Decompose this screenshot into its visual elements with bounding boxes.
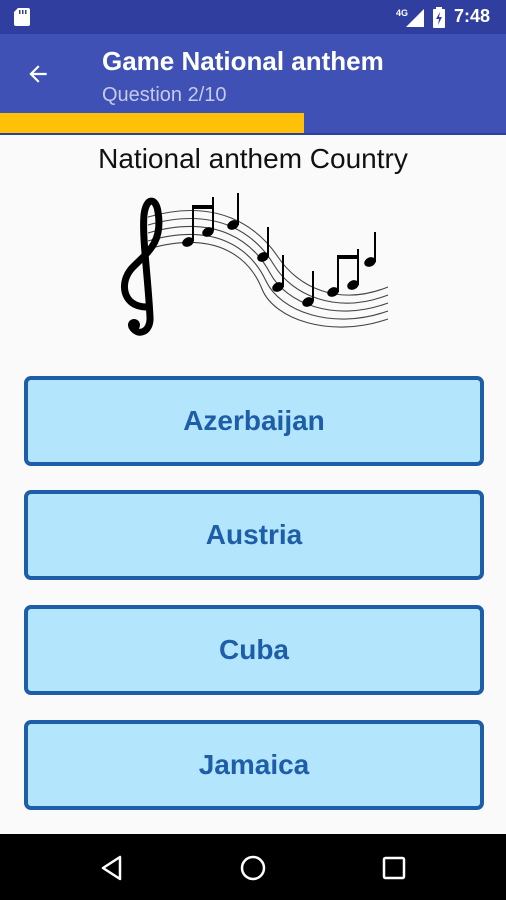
music-notes-icon (121, 193, 389, 336)
question-counter: Question 2/10 (102, 84, 227, 106)
answer-option-2[interactable]: Austria (24, 490, 484, 580)
quiz-progress-bar (0, 113, 506, 135)
back-triangle-icon (101, 855, 122, 881)
answer-option-4[interactable]: Jamaica (24, 720, 484, 810)
battery-icon (433, 7, 445, 28)
back-button[interactable] (18, 54, 58, 94)
system-nav-bar (0, 834, 506, 900)
sd-card-icon (14, 8, 30, 26)
arrow-back-icon (29, 65, 47, 83)
recents-square-icon (382, 856, 406, 880)
progress-fill (0, 113, 304, 135)
home-circle-icon (240, 855, 266, 881)
clock: 7:48 (454, 6, 491, 26)
signal-icon: 4G (396, 8, 424, 27)
nav-recents-button[interactable] (374, 848, 414, 888)
question-text: National anthem Country (98, 143, 408, 174)
network-type-label: 4G (396, 8, 408, 18)
nav-back-button[interactable] (93, 848, 133, 888)
main-content: National anthem Country Azerbaijan Austr… (0, 135, 506, 834)
page-title: Game National anthem (102, 46, 384, 76)
answer-option-3[interactable]: Cuba (24, 605, 484, 695)
answer-option-1[interactable]: Azerbaijan (24, 376, 484, 466)
nav-home-button[interactable] (233, 848, 273, 888)
app-bar: Game National anthem Question 2/10 (0, 34, 506, 113)
status-bar: 4G 7:48 (0, 0, 506, 34)
